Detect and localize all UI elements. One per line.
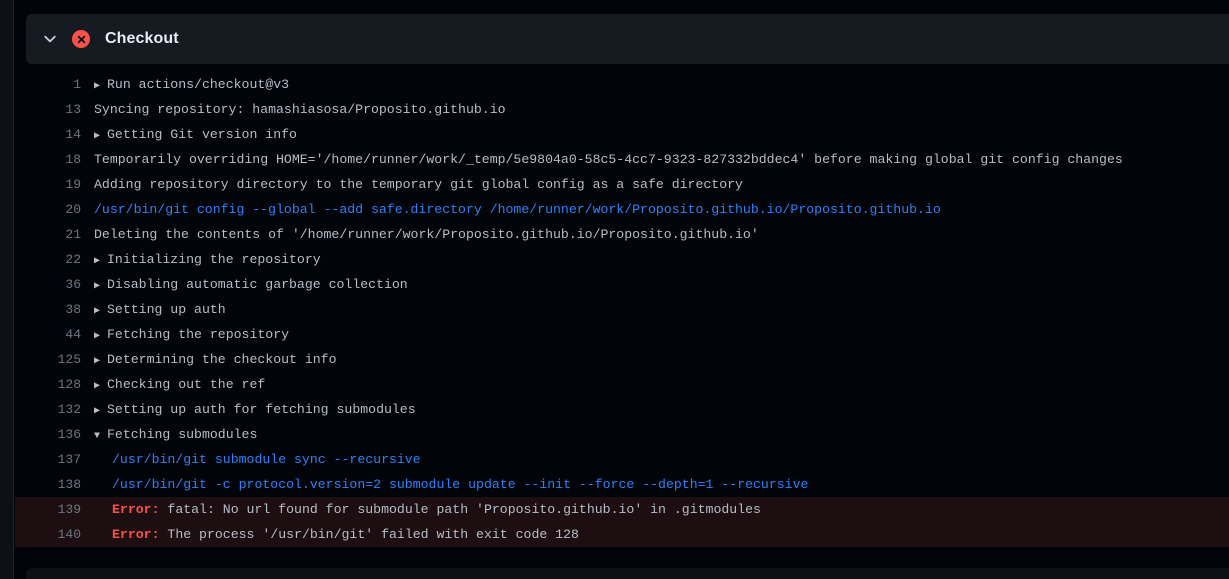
- log-line: 21 Deleting the contents of '/home/runner…: [15, 222, 1229, 247]
- group-collapsed-triangle-icon[interactable]: ▶: [94, 274, 107, 299]
- log-line-content: ▶ Disabling automatic garbage collection: [94, 272, 1229, 299]
- log-text: Checking out the ref: [107, 377, 266, 392]
- log-line: 128 ▶ Checking out the ref: [15, 372, 1229, 397]
- group-collapsed-triangle-icon[interactable]: ▶: [94, 374, 107, 399]
- log-line-number: 14: [65, 127, 81, 142]
- log-text: /usr/bin/git config --global --add safe.…: [94, 202, 941, 217]
- log-line: 125 ▶ Determining the checkout info: [15, 347, 1229, 372]
- workflow-run-log-view: Checkout 1 ▶ Run actions/checkout@v3 13 Sync…: [0, 0, 1229, 579]
- log-line: 20/usr/bin/git config --global --add saf…: [15, 197, 1229, 222]
- log-line-content: /usr/bin/git config --global --add safe.…: [94, 197, 1229, 222]
- group-expanded-triangle-icon[interactable]: ▼: [94, 424, 107, 449]
- group-collapsed-triangle-icon[interactable]: ▶: [94, 349, 107, 374]
- log-line: 138/usr/bin/git -c protocol.version=2 su…: [15, 472, 1229, 497]
- log-line-number: 139: [57, 502, 81, 517]
- log-line: 36 ▶ Disabling automatic garbage collectio…: [15, 272, 1229, 297]
- log-line-number: 20: [65, 202, 81, 217]
- log-line: 13 Syncing repository: hamashiasosa/Propo…: [15, 97, 1229, 122]
- log-line-number: 140: [57, 527, 81, 542]
- log-line-content: ▶ Fetching the repository: [94, 322, 1229, 349]
- log-line: 137/usr/bin/git submodule sync --recursi…: [15, 447, 1229, 472]
- log-line-content: ▶ Checking out the ref: [94, 372, 1229, 399]
- log-line-number: 136: [57, 427, 81, 442]
- log-line-content: ▶ Setting up auth for fetching submodules: [94, 397, 1229, 424]
- log-text: Deleting the contents of '/home/runner/w…: [94, 227, 759, 242]
- log-text: Initializing the repository: [107, 252, 321, 267]
- log-error-label: Error:: [112, 502, 168, 517]
- log-line-content: ▼ Fetching submodules: [94, 422, 1229, 449]
- log-line: 140 Error: The process '/usr/bin/git' fai…: [15, 522, 1229, 547]
- log-text: fatal: No url found for submodule path '…: [167, 502, 761, 517]
- log-line-content: /usr/bin/git submodule sync --recursive: [94, 447, 1229, 472]
- group-collapsed-triangle-icon[interactable]: ▶: [94, 299, 107, 324]
- log-text: Disabling automatic garbage collection: [107, 277, 408, 292]
- log-line-number: 125: [57, 352, 81, 367]
- log-line: 22 ▶ Initializing the repository: [15, 247, 1229, 272]
- log-line-content: ▶ Determining the checkout info: [94, 347, 1229, 374]
- log-line-content: ▶ Run actions/checkout@v3: [94, 72, 1229, 99]
- chevron-down-icon[interactable]: [42, 31, 58, 47]
- log-line-content: Error: fatal: No url found for submodule…: [94, 497, 1229, 522]
- log-text: Fetching the repository: [107, 327, 290, 342]
- log-line-number: 138: [57, 477, 81, 492]
- log-line: 19 Adding repository directory to the tem…: [15, 172, 1229, 197]
- log-line-number: 18: [65, 152, 81, 167]
- page-left-rail: [0, 0, 14, 579]
- log-line: 44 ▶ Fetching the repository: [15, 322, 1229, 347]
- log-line-number: 13: [65, 102, 81, 117]
- log-lines-container[interactable]: 1 ▶ Run actions/checkout@v3 13 Syncing repos…: [15, 72, 1229, 579]
- log-text: /usr/bin/git submodule sync --recursive: [112, 452, 421, 467]
- log-line-number: 19: [65, 177, 81, 192]
- log-line-content: ▶ Initializing the repository: [94, 247, 1229, 274]
- group-collapsed-triangle-icon[interactable]: ▶: [94, 324, 107, 349]
- log-line-number: 137: [57, 452, 81, 467]
- next-step-header[interactable]: [26, 568, 1229, 579]
- log-line-content: ▶ Getting Git version info: [94, 122, 1229, 149]
- log-line-number: 36: [65, 277, 81, 292]
- log-line-content: Error: The process '/usr/bin/git' failed…: [94, 522, 1229, 547]
- log-text: Fetching submodules: [107, 427, 258, 442]
- group-collapsed-triangle-icon[interactable]: ▶: [94, 74, 107, 99]
- error-x-circle-icon: [72, 30, 90, 48]
- step-title: Checkout: [105, 30, 179, 47]
- log-line-content: Temporarily overriding HOME='/home/runne…: [94, 147, 1229, 172]
- log-line-content: /usr/bin/git -c protocol.version=2 submo…: [94, 472, 1229, 497]
- log-line-content: Syncing repository: hamashiasosa/Proposi…: [94, 97, 1229, 122]
- log-text: Temporarily overriding HOME='/home/runne…: [94, 152, 1123, 167]
- log-line-content: Deleting the contents of '/home/runner/w…: [94, 222, 1229, 247]
- log-line-content: Adding repository directory to the tempo…: [94, 172, 1229, 197]
- log-line: 132 ▶ Setting up auth for fetching submodu…: [15, 397, 1229, 422]
- log-text: Adding repository directory to the tempo…: [94, 177, 743, 192]
- log-line: 139 Error: fatal: No url found for submod…: [15, 497, 1229, 522]
- log-line-number: 38: [65, 302, 81, 317]
- log-line-number: 44: [65, 327, 81, 342]
- log-line-number: 22: [65, 252, 81, 267]
- log-line-content: ▶ Setting up auth: [94, 297, 1229, 324]
- log-line: 18 Temporarily overriding HOME='/home/run…: [15, 147, 1229, 172]
- log-text: /usr/bin/git -c protocol.version=2 submo…: [112, 477, 809, 492]
- log-text: Setting up auth for fetching submodules: [107, 402, 416, 417]
- log-line: 14 ▶ Getting Git version info: [15, 122, 1229, 147]
- log-line: 136 ▼ Fetching submodules: [15, 422, 1229, 447]
- step-header-checkout[interactable]: Checkout: [26, 14, 1229, 64]
- log-error-label: Error:: [112, 527, 168, 542]
- log-line: 1 ▶ Run actions/checkout@v3: [15, 72, 1229, 97]
- log-line-number: 1: [73, 77, 81, 92]
- log-line-number: 21: [65, 227, 81, 242]
- group-collapsed-triangle-icon[interactable]: ▶: [94, 399, 107, 424]
- log-text: Syncing repository: hamashiasosa/Proposi…: [94, 102, 506, 117]
- log-text: Run actions/checkout@v3: [107, 77, 290, 92]
- log-line-number: 128: [57, 377, 81, 392]
- log-line: 38 ▶ Setting up auth: [15, 297, 1229, 322]
- log-line-number: 132: [57, 402, 81, 417]
- log-text: Setting up auth: [107, 302, 226, 317]
- log-text: Getting Git version info: [107, 127, 297, 142]
- log-text: The process '/usr/bin/git' failed with e…: [167, 527, 579, 542]
- log-text: Determining the checkout info: [107, 352, 337, 367]
- group-collapsed-triangle-icon[interactable]: ▶: [94, 249, 107, 274]
- group-collapsed-triangle-icon[interactable]: ▶: [94, 124, 107, 149]
